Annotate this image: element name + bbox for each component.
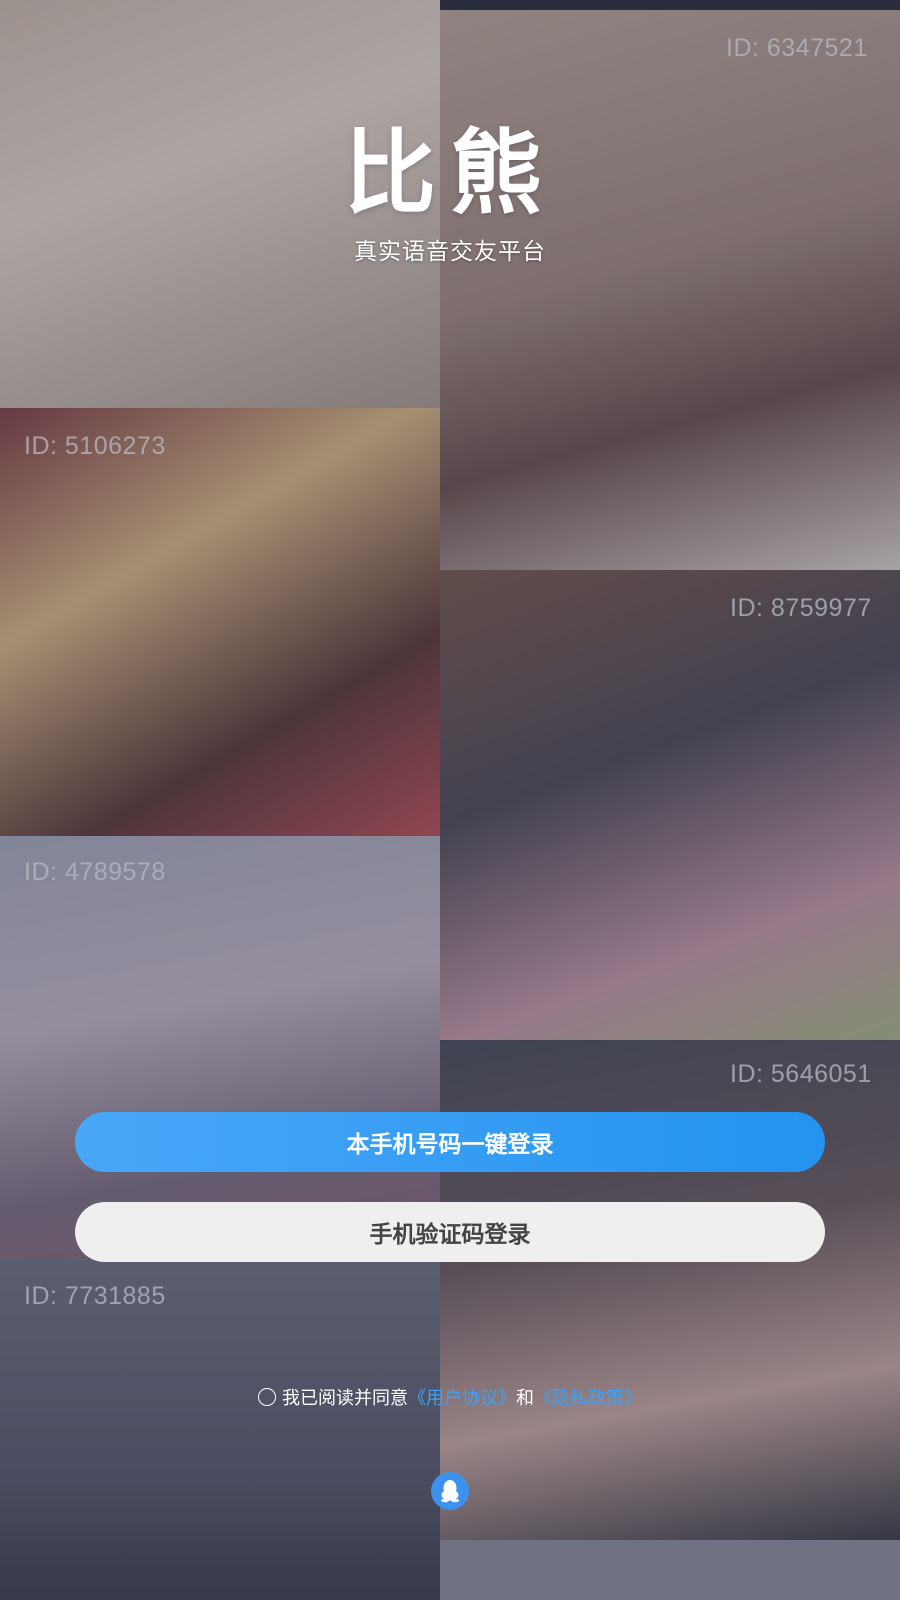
qq-login-button[interactable]	[431, 1472, 469, 1510]
user-agreement-link[interactable]: 《用户协议》	[408, 1384, 516, 1410]
agreement-prefix: 我已阅读并同意	[282, 1388, 408, 1409]
privacy-policy-link[interactable]: 《隐私政策》	[534, 1384, 642, 1410]
app-slogan: 真实语音交友平台	[354, 239, 546, 265]
sms-code-login-button[interactable]: 手机验证码登录	[75, 1202, 825, 1262]
agreement-and: 和	[516, 1388, 534, 1409]
agree-checkbox[interactable]	[258, 1388, 276, 1406]
brand-header: 比熊 真实语音交友平台	[0, 124, 900, 266]
one-click-login-button[interactable]: 本手机号码一键登录	[75, 1112, 825, 1172]
app-logo: 比熊	[343, 120, 556, 227]
qq-penguin-icon	[441, 1480, 459, 1503]
agreement-row: 我已阅读并同意 《用户协议》 和 《隐私政策》	[0, 1384, 900, 1410]
